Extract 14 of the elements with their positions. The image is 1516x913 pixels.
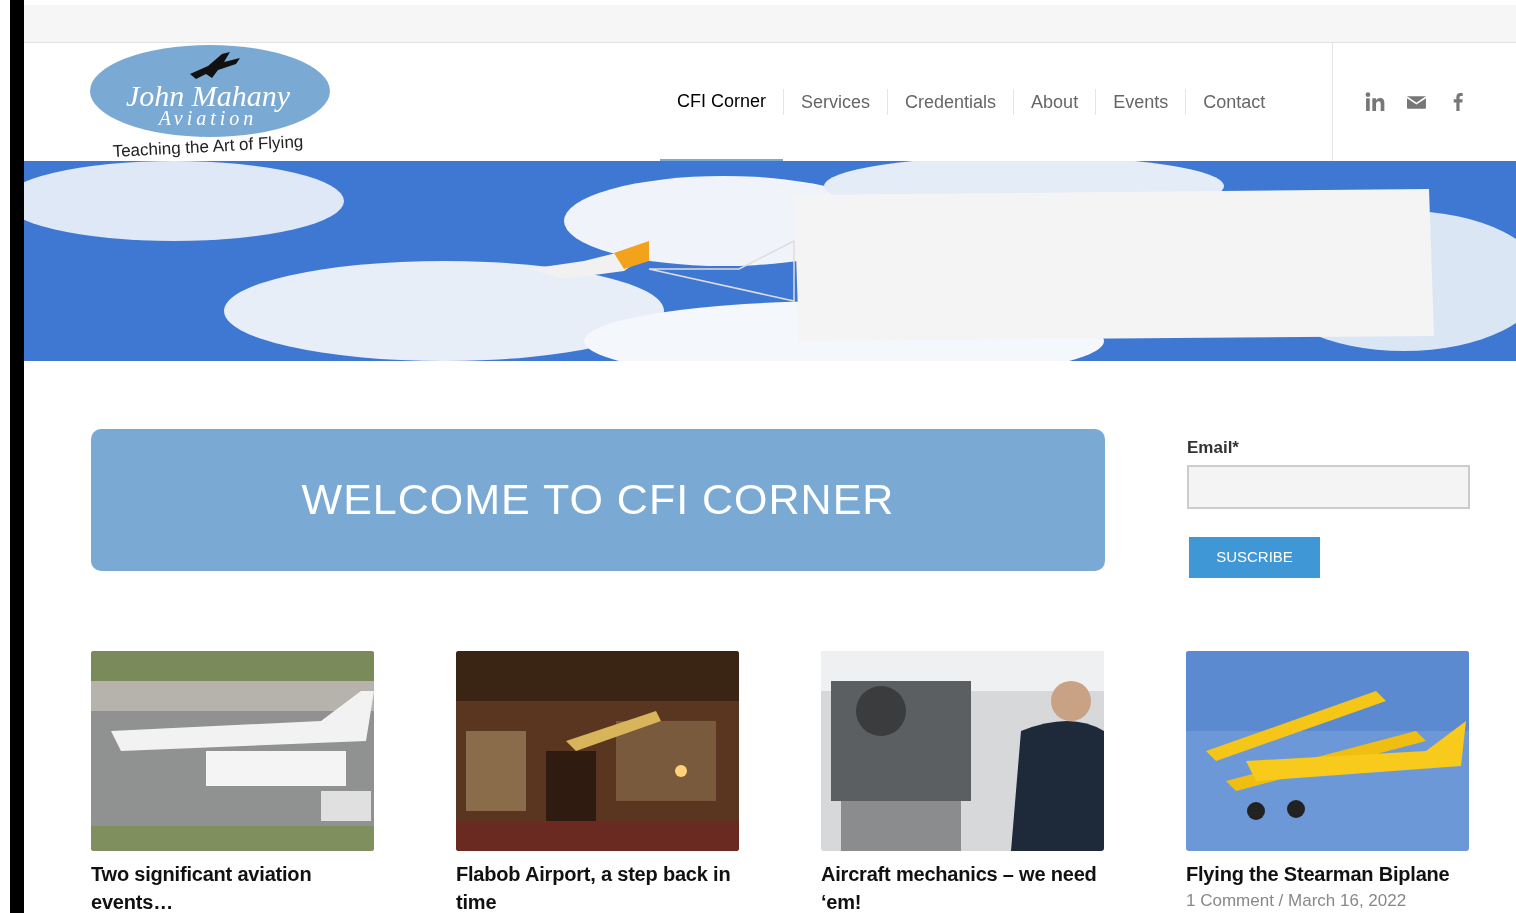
email-label: Email* — [1187, 437, 1239, 459]
nav-link[interactable]: About — [1014, 43, 1096, 161]
welcome-title: WELCOME TO CFI CORNER — [301, 474, 895, 526]
post-title[interactable]: Two significant aviation events… — [91, 859, 374, 913]
email-field[interactable] — [1187, 464, 1470, 509]
post-title[interactable]: Flying the Stearman Biplane — [1186, 859, 1469, 888]
nav-link[interactable]: Services — [784, 43, 888, 161]
post-title[interactable]: Aircraft mechanics – we need ‘em! — [821, 859, 1104, 913]
linkedin-icon[interactable] — [1365, 92, 1386, 112]
nav-link[interactable]: Contact — [1186, 43, 1283, 161]
post-meta: 1 Comment / March 16, 2022 — [1186, 889, 1408, 912]
nav-link[interactable]: Events — [1096, 43, 1186, 161]
nav-link[interactable]: Credentials — [888, 43, 1014, 161]
post-title[interactable]: Flabob Airport, a step back in time — [456, 859, 739, 913]
